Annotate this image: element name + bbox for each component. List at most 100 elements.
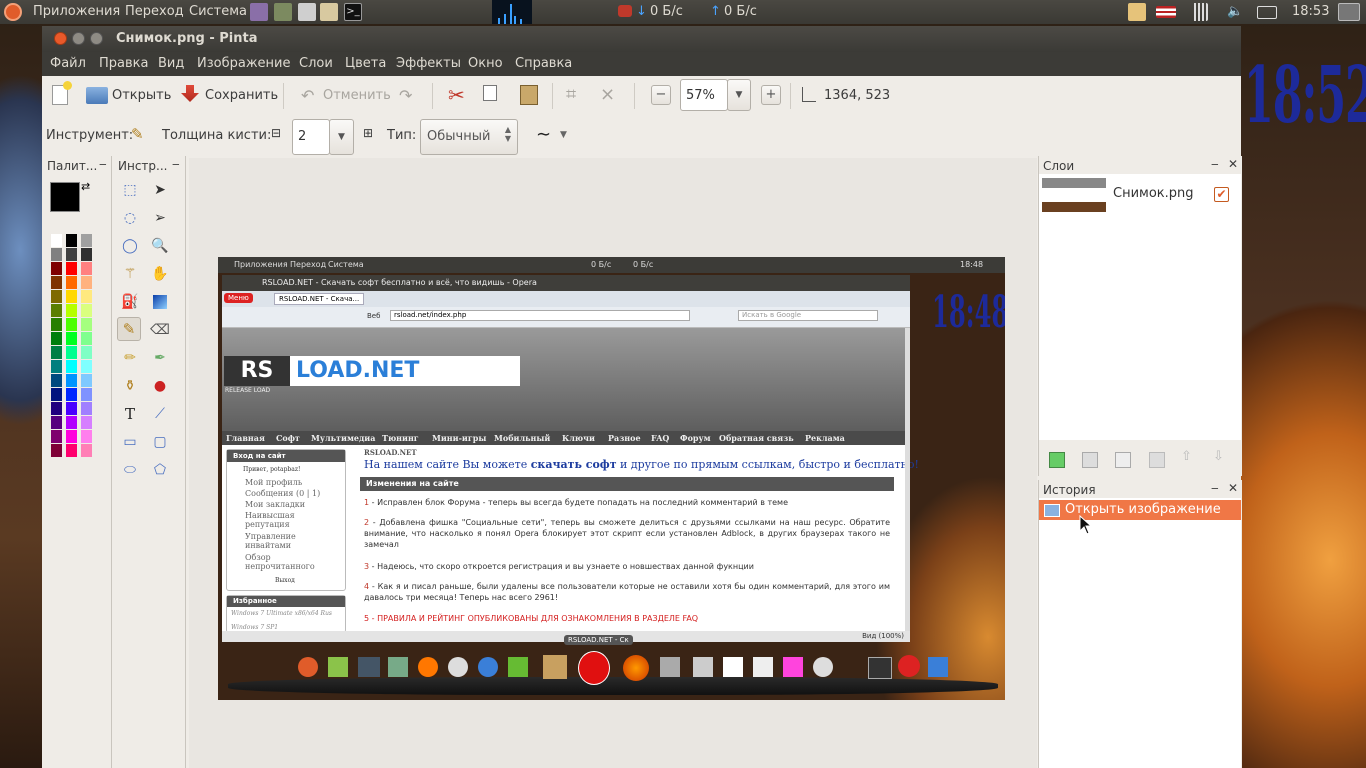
undo-button[interactable]: Отменить <box>323 88 391 103</box>
magic-wand-tool-icon[interactable]: ⚚ <box>118 262 142 286</box>
menu-layers[interactable]: Слои <box>299 56 333 71</box>
palette-color[interactable] <box>51 388 62 401</box>
paintbrush-tool-icon[interactable]: ✎ <box>117 317 141 341</box>
palette-color[interactable] <box>66 346 77 359</box>
ubuntu-logo-icon[interactable] <box>4 3 22 21</box>
close-window-button[interactable] <box>54 32 67 45</box>
launcher-icon[interactable] <box>274 3 292 21</box>
text-tool-icon[interactable]: T <box>118 402 142 426</box>
menu-image[interactable]: Изображение <box>197 56 290 71</box>
palette-color[interactable] <box>51 262 62 275</box>
palette-color[interactable] <box>81 332 92 345</box>
layer-visible-checkbox[interactable]: ✔ <box>1214 187 1229 202</box>
palette-color[interactable] <box>51 402 62 415</box>
brush-width-dropdown[interactable]: ▼ <box>329 119 354 155</box>
move-selection-tool-icon[interactable]: ➢ <box>148 206 172 230</box>
volume-icon[interactable]: 🔈 <box>1227 4 1243 19</box>
palette-color[interactable] <box>51 444 62 457</box>
save-icon[interactable] <box>181 85 199 102</box>
palette-color[interactable] <box>51 346 62 359</box>
palette-color[interactable] <box>66 430 77 443</box>
save-button[interactable]: Сохранить <box>205 88 278 103</box>
zoom-in-button[interactable]: + <box>761 85 781 105</box>
menu-view[interactable]: Вид <box>158 56 184 71</box>
menu-adjustments[interactable]: Цвета <box>345 56 386 71</box>
pane-minimize-icon[interactable]: ‒ <box>1211 157 1219 171</box>
layer-row[interactable]: Снимок.png ✔ <box>1039 176 1239 212</box>
pane-close-icon[interactable]: ✕ <box>1228 481 1238 495</box>
pencil-tool-icon[interactable]: ✏ <box>118 346 142 370</box>
palette-color[interactable] <box>51 248 62 261</box>
palette-color[interactable] <box>81 248 92 261</box>
window-titlebar[interactable]: Снимок.png - Pinta <box>42 26 1241 52</box>
zoom-dropdown-button[interactable]: ▼ <box>727 79 751 111</box>
decrease-brush-icon[interactable]: ⊟ <box>271 126 281 140</box>
palette-color[interactable] <box>66 402 77 415</box>
line-curve-tool-icon[interactable]: ⟋ <box>148 402 172 426</box>
move-layer-down-icon[interactable]: ⇩ <box>1213 449 1224 464</box>
eraser-tool-icon[interactable]: ⌫ <box>148 318 172 342</box>
menu-edit[interactable]: Правка <box>99 56 148 71</box>
undo-icon[interactable]: ↶ <box>301 86 314 105</box>
palette-color[interactable] <box>81 388 92 401</box>
delete-layer-icon[interactable] <box>1082 452 1098 468</box>
palette-color[interactable] <box>66 276 77 289</box>
palette-color[interactable] <box>51 374 62 387</box>
clipboard-icon[interactable] <box>1128 3 1146 21</box>
palette-color[interactable] <box>81 402 92 415</box>
palette-color[interactable] <box>81 346 92 359</box>
color-picker-tool-icon[interactable]: ✒ <box>148 346 172 370</box>
redo-icon[interactable]: ↷ <box>399 86 412 105</box>
show-desktop-icon[interactable] <box>1338 3 1360 21</box>
lasso-select-tool-icon[interactable]: ◌ <box>118 206 142 230</box>
menu-file[interactable]: Файл <box>50 56 86 71</box>
paint-bucket-tool-icon[interactable]: ⛽ <box>118 290 142 314</box>
add-layer-icon[interactable] <box>1049 452 1065 468</box>
rectangle-tool-icon[interactable]: ▭ <box>118 430 142 454</box>
rectangle-select-tool-icon[interactable]: ⬚ <box>118 178 142 202</box>
deselect-icon[interactable]: ⨯ <box>600 84 615 105</box>
ellipse-tool-icon[interactable]: ⬭ <box>118 458 142 482</box>
merge-layer-icon[interactable] <box>1149 452 1165 468</box>
palette-color[interactable] <box>51 430 62 443</box>
places-menu[interactable]: Переход <box>125 4 184 19</box>
palette-color[interactable] <box>81 430 92 443</box>
copy-icon[interactable] <box>483 85 497 101</box>
palette-color[interactable] <box>66 444 77 457</box>
palette-color[interactable] <box>66 388 77 401</box>
menu-window[interactable]: Окно <box>468 56 503 71</box>
ellipse-select-tool-icon[interactable]: ◯ <box>118 234 142 258</box>
rounded-rectangle-tool-icon[interactable]: ▢ <box>148 430 172 454</box>
antialiasing-icon[interactable]: ∼ <box>536 124 551 145</box>
palette-color[interactable] <box>66 290 77 303</box>
open-folder-icon[interactable] <box>86 87 108 104</box>
history-item[interactable]: Открыть изображение <box>1039 500 1241 520</box>
palette-color[interactable] <box>66 262 77 275</box>
move-layer-up-icon[interactable]: ⇧ <box>1181 449 1192 464</box>
zoom-tool-icon[interactable]: 🔍 <box>148 234 172 258</box>
pane-minimize-icon[interactable]: ‒ <box>172 157 180 171</box>
move-selected-tool-icon[interactable]: ➤ <box>148 178 172 202</box>
menu-help[interactable]: Справка <box>515 56 572 71</box>
pane-close-icon[interactable]: ✕ <box>1228 157 1238 171</box>
applications-menu[interactable]: Приложения <box>33 4 120 19</box>
palette-color[interactable] <box>81 318 92 331</box>
pan-tool-icon[interactable]: ✋ <box>148 262 172 286</box>
palette-color[interactable] <box>66 360 77 373</box>
gradient-tool-icon[interactable] <box>153 295 167 309</box>
palette-color[interactable] <box>51 290 62 303</box>
clone-stamp-tool-icon[interactable]: ⚱ <box>118 374 142 398</box>
panel-clock[interactable]: 18:53 <box>1292 4 1329 19</box>
primary-color-swatch[interactable] <box>50 182 80 212</box>
palette-color[interactable] <box>66 374 77 387</box>
minimize-window-button[interactable] <box>72 32 85 45</box>
palette-color[interactable] <box>66 248 77 261</box>
palette-color[interactable] <box>66 416 77 429</box>
canvas-image[interactable]: Приложения Переход Система 0 Б/с 0 Б/с 1… <box>218 257 1005 700</box>
launcher-icon[interactable] <box>250 3 268 21</box>
mail-icon[interactable] <box>1257 6 1277 19</box>
zoom-combo-entry[interactable]: 57% <box>680 79 728 111</box>
palette-color[interactable] <box>66 318 77 331</box>
maximize-window-button[interactable] <box>90 32 103 45</box>
palette-color[interactable] <box>51 360 62 373</box>
